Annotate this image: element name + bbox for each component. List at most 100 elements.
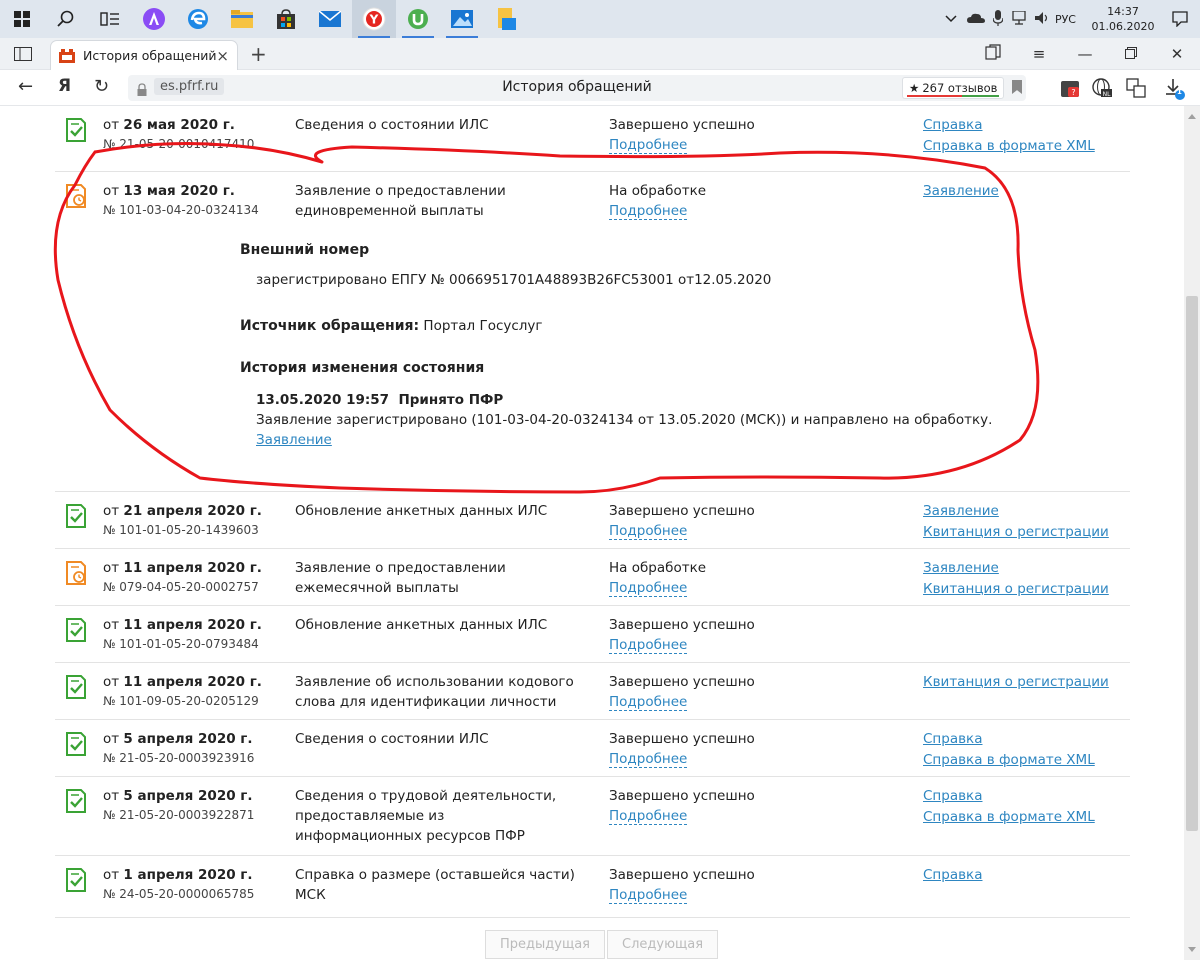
request-status: На обработке Подробнее bbox=[609, 560, 707, 597]
details-link[interactable]: Подробнее bbox=[609, 887, 688, 904]
notifications-icon[interactable] bbox=[1160, 11, 1200, 27]
details-link[interactable]: Подробнее bbox=[609, 523, 688, 540]
details-link[interactable]: Подробнее bbox=[609, 203, 688, 220]
extension-translate-icon[interactable] bbox=[1126, 78, 1146, 98]
bookmarks-icon[interactable] bbox=[970, 44, 1016, 64]
document-done-icon bbox=[66, 868, 86, 892]
mail-icon[interactable] bbox=[308, 0, 352, 38]
reload-icon[interactable]: ↻ bbox=[94, 76, 109, 97]
request-status: Завершено успешно Подробнее bbox=[609, 867, 755, 904]
volume-icon[interactable] bbox=[1034, 11, 1051, 28]
close-window-icon[interactable]: ✕ bbox=[1154, 45, 1200, 63]
source-line: Источник обращения: Портал Госуслуг bbox=[240, 318, 992, 334]
clock[interactable]: 14:37 01.06.2020 bbox=[1086, 4, 1160, 34]
details-link[interactable]: Подробнее bbox=[609, 637, 688, 654]
details-link[interactable]: Подробнее bbox=[609, 137, 688, 154]
document-processing-icon bbox=[66, 184, 86, 208]
onedrive-cloud-icon[interactable] bbox=[966, 13, 985, 26]
table-row: от 5 апреля 2020 г. № 21-05-20-0003923916… bbox=[55, 720, 1130, 777]
request-links: Заявление Квитанция о регистрации bbox=[923, 558, 1109, 600]
close-tab-icon[interactable]: × bbox=[216, 47, 229, 65]
certificate-link[interactable]: Справка bbox=[923, 729, 1095, 750]
table-row: от 11 апреля 2020 г. № 079-04-05-20-00027… bbox=[55, 549, 1130, 606]
store-icon[interactable] bbox=[264, 0, 308, 38]
certificate-xml-link[interactable]: Справка в формате XML bbox=[923, 807, 1095, 828]
certificate-xml-link[interactable]: Справка в формате XML bbox=[923, 136, 1095, 157]
history-application-link[interactable]: Заявление bbox=[256, 432, 332, 448]
pfr-favicon-icon bbox=[59, 48, 75, 63]
details-link[interactable]: Подробнее bbox=[609, 808, 688, 825]
next-page-button[interactable]: Следующая bbox=[607, 930, 719, 959]
system-tray: РУС 14:37 01.06.2020 bbox=[945, 0, 1200, 38]
search-icon[interactable] bbox=[44, 0, 88, 38]
application-link[interactable]: Заявление bbox=[923, 501, 1109, 522]
photos-icon[interactable] bbox=[440, 0, 484, 38]
certificate-link[interactable]: Справка bbox=[923, 865, 982, 886]
yandex-browser-icon[interactable]: Y bbox=[352, 0, 396, 38]
url-field[interactable]: es.pfrf.ru История обращений ★ 267 отзыв… bbox=[128, 75, 1026, 101]
maximize-icon[interactable] bbox=[1108, 45, 1154, 63]
scroll-down-icon[interactable] bbox=[1188, 947, 1196, 956]
table-row: от 26 мая 2020 г. № 21-05-20-0010417410 С… bbox=[55, 106, 1130, 172]
receipt-link[interactable]: Квитанция о регистрации bbox=[923, 672, 1109, 693]
request-name: Обновление анкетных данных ИЛС bbox=[295, 617, 548, 633]
utorrent-icon[interactable] bbox=[396, 0, 440, 38]
document-done-icon bbox=[66, 789, 86, 813]
file-explorer-icon[interactable] bbox=[220, 0, 264, 38]
browser-tab-bar: История обращений × + ≡ — ✕ bbox=[0, 38, 1200, 70]
downloads-icon[interactable]: 1 bbox=[1164, 78, 1185, 100]
new-tab-button[interactable]: + bbox=[250, 42, 267, 66]
prev-page-button[interactable]: Предыдущая bbox=[485, 930, 605, 959]
certificate-link[interactable]: Справка bbox=[923, 115, 1095, 136]
request-links: Справка Справка в формате XML bbox=[923, 786, 1095, 828]
history-entry-text: Заявление зарегистрировано (101-03-04-20… bbox=[256, 412, 993, 428]
application-link[interactable]: Заявление bbox=[923, 181, 999, 202]
back-icon[interactable]: ← bbox=[18, 76, 33, 97]
downloads-badge: 1 bbox=[1177, 88, 1182, 96]
reviews-badge[interactable]: ★ 267 отзывов bbox=[902, 77, 1005, 99]
chevron-up-icon[interactable] bbox=[945, 13, 957, 26]
windows-taskbar: Y РУС 14:37 01.06.2020 bbox=[0, 0, 1200, 38]
request-status: Завершено успешно Подробнее bbox=[609, 503, 755, 540]
request-date: от 26 мая 2020 г. № 21-05-20-0010417410 bbox=[103, 117, 255, 151]
windows-start-icon[interactable] bbox=[0, 0, 44, 38]
document-done-icon bbox=[66, 618, 86, 642]
alice-assistant-icon[interactable] bbox=[132, 0, 176, 38]
page-scrollbar[interactable] bbox=[1184, 106, 1200, 960]
scrollbar-thumb[interactable] bbox=[1186, 296, 1198, 831]
certificate-link[interactable]: Справка bbox=[923, 786, 1095, 807]
details-link[interactable]: Подробнее bbox=[609, 751, 688, 768]
yandex-logo-icon[interactable]: Я bbox=[58, 76, 71, 96]
request-date: от 11 апреля 2020 г. № 079-04-05-20-00027… bbox=[103, 560, 262, 594]
menu-icon[interactable]: ≡ bbox=[1016, 45, 1062, 63]
request-status: Завершено успешно Подробнее bbox=[609, 117, 755, 154]
network-icon[interactable] bbox=[1011, 9, 1027, 28]
tab-title: История обращений bbox=[83, 48, 217, 63]
tabs-panel-icon[interactable] bbox=[14, 46, 32, 65]
language-indicator[interactable]: РУС bbox=[1055, 13, 1076, 26]
minimize-icon[interactable]: — bbox=[1062, 45, 1108, 63]
tab-history[interactable]: История обращений × bbox=[50, 40, 238, 70]
receipt-link[interactable]: Квитанция о регистрации bbox=[923, 579, 1109, 600]
application-link[interactable]: Заявление bbox=[923, 558, 1109, 579]
task-view-icon[interactable] bbox=[88, 0, 132, 38]
extension-globe-icon[interactable]: NL bbox=[1092, 78, 1112, 98]
edge-browser-icon[interactable] bbox=[176, 0, 220, 38]
window-controls: ≡ — ✕ bbox=[970, 38, 1200, 70]
document-app-icon[interactable] bbox=[484, 0, 528, 38]
source-value: Портал Госуслуг bbox=[423, 318, 543, 334]
request-number: № 101-01-05-20-0793484 bbox=[103, 637, 259, 651]
certificate-xml-link[interactable]: Справка в формате XML bbox=[923, 750, 1095, 771]
request-status: Завершено успешно Подробнее bbox=[609, 617, 755, 654]
scroll-up-icon[interactable] bbox=[1188, 110, 1196, 119]
microphone-icon[interactable] bbox=[992, 9, 1004, 29]
svg-text:?: ? bbox=[1071, 88, 1075, 97]
receipt-link[interactable]: Квитанция о регистрации bbox=[923, 522, 1109, 543]
history-entry-title: 13.05.2020 19:57 Принято ПФР bbox=[256, 392, 504, 408]
document-done-icon bbox=[66, 732, 86, 756]
document-done-icon bbox=[66, 675, 86, 699]
history-entry: 13.05.2020 19:57 Принято ПФР Заявление з… bbox=[256, 390, 992, 450]
details-link[interactable]: Подробнее bbox=[609, 694, 688, 711]
details-link[interactable]: Подробнее bbox=[609, 580, 688, 597]
extension-red-icon[interactable]: ? bbox=[1060, 78, 1080, 98]
